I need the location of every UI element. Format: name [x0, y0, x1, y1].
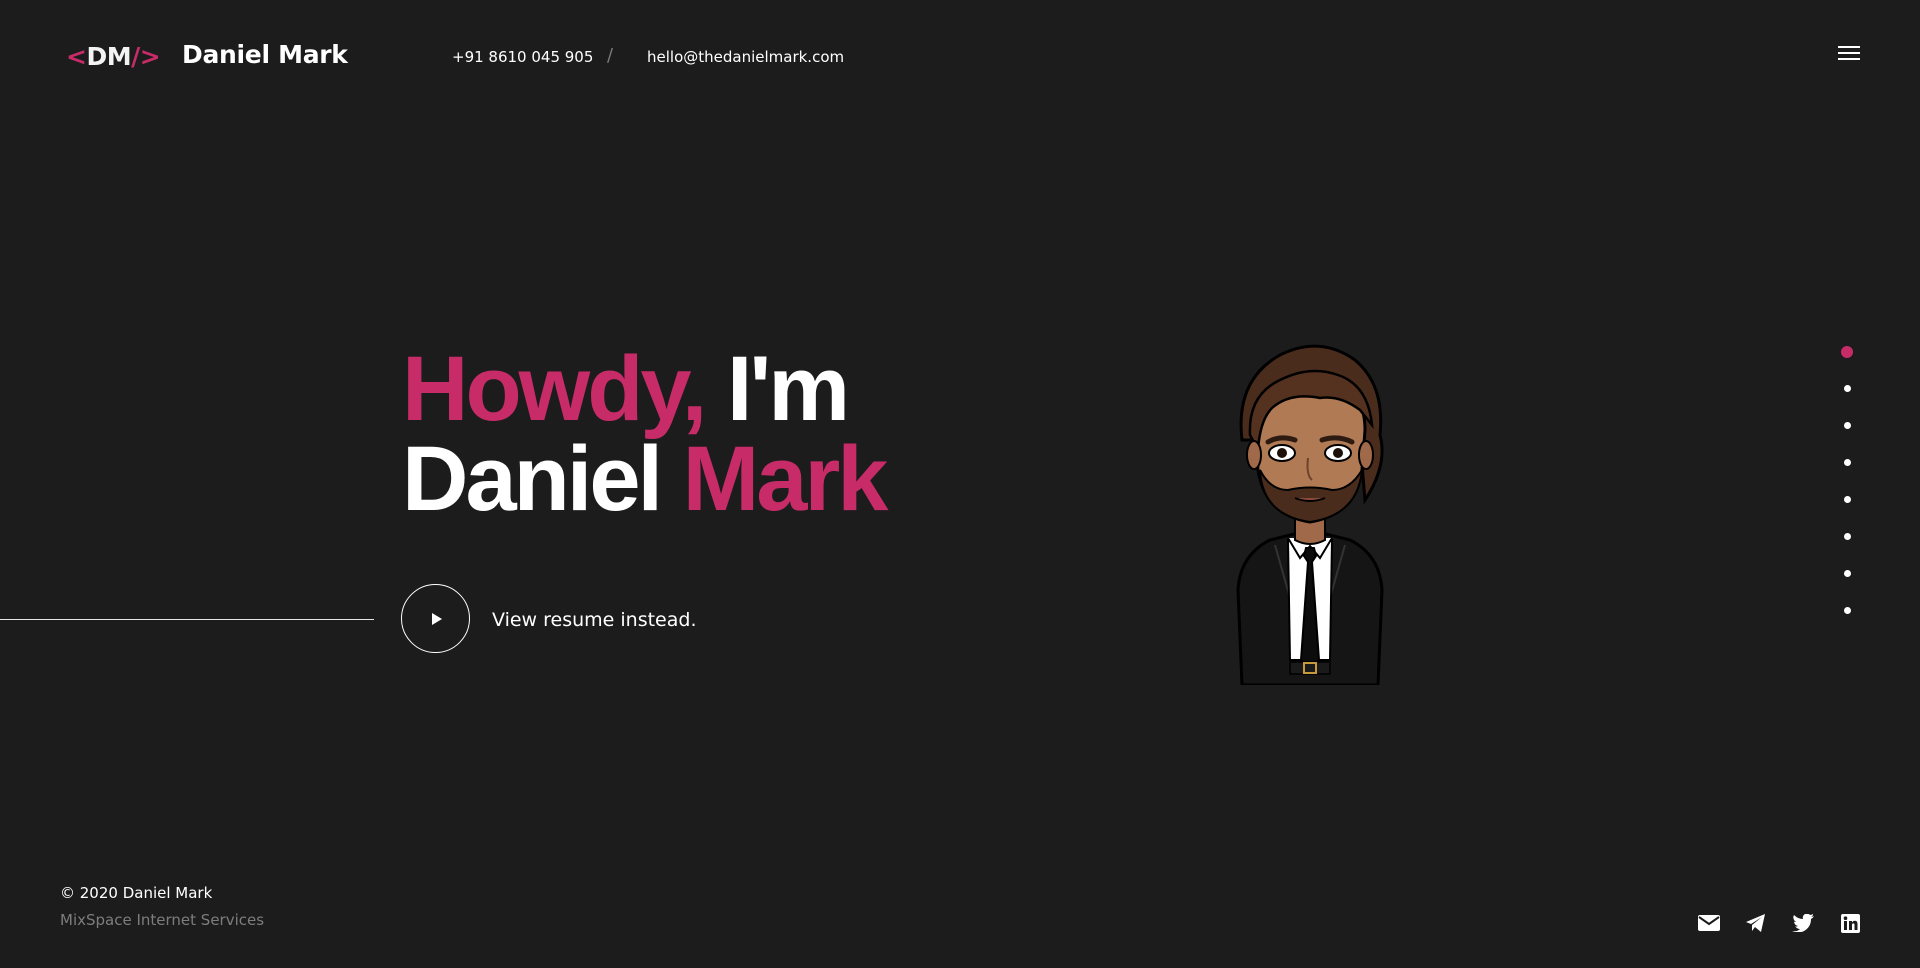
logo[interactable]: < DM / > [66, 42, 161, 71]
hero-im: I'm [704, 338, 850, 440]
nav-dot[interactable] [1843, 607, 1851, 614]
logo-slash: / [131, 42, 140, 71]
brand-name[interactable]: Daniel Mark [182, 40, 348, 69]
hero-divider-line [0, 619, 374, 620]
menu-bar [1838, 46, 1860, 48]
hero-greeting: Howdy, [402, 338, 707, 440]
social-links [1698, 912, 1861, 934]
logo-gt: > [139, 42, 161, 71]
mail-icon[interactable] [1698, 912, 1720, 934]
email-link[interactable]: hello@thedanielmark.com [647, 48, 844, 66]
hero-heading-line-1: Howdy, I'm [402, 343, 885, 435]
contact-divider: / [607, 45, 614, 66]
hamburger-menu-icon[interactable] [1838, 46, 1860, 62]
telegram-icon[interactable] [1745, 912, 1767, 934]
nav-dot[interactable] [1843, 533, 1851, 540]
hero-heading: Howdy, I'm Daniel Mark [402, 343, 888, 525]
nav-dot[interactable] [1843, 496, 1851, 503]
nav-dot-active[interactable] [1841, 346, 1853, 358]
hero-first-name: Daniel [402, 428, 683, 530]
logo-lt: < [66, 42, 87, 71]
nav-dot[interactable] [1843, 570, 1851, 577]
linkedin-icon[interactable] [1839, 912, 1861, 934]
menu-bar [1838, 52, 1860, 54]
hero-heading-line-2: Daniel Mark [402, 433, 888, 525]
copyright-text: © 2020 Daniel Mark [60, 884, 213, 902]
section-nav-dots [1840, 346, 1854, 644]
avatar-illustration [1236, 344, 1384, 685]
twitter-icon[interactable] [1792, 912, 1814, 934]
logo-dm: DM [86, 42, 132, 71]
nav-dot[interactable] [1843, 385, 1851, 392]
nav-dot[interactable] [1843, 459, 1851, 466]
view-resume-link[interactable]: View resume instead. [492, 609, 697, 631]
play-icon [431, 612, 442, 625]
page: < DM / > Daniel Mark +91 8610 045 905 / … [0, 0, 1920, 968]
nav-dot[interactable] [1843, 422, 1851, 429]
hero-last-name: Mark [682, 428, 889, 530]
play-button[interactable] [401, 584, 470, 653]
company-name: MixSpace Internet Services [60, 911, 265, 929]
menu-bar [1838, 58, 1860, 60]
phone-link[interactable]: +91 8610 045 905 [452, 48, 593, 66]
